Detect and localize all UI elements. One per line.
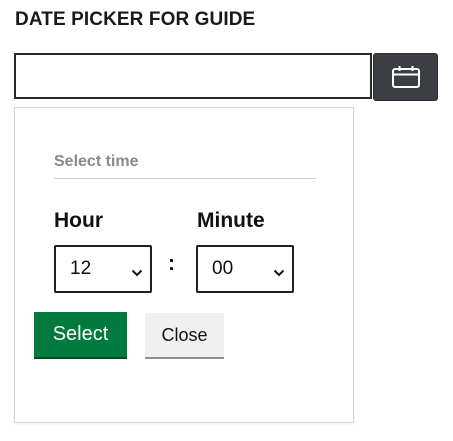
title-divider [54, 178, 316, 179]
calendar-icon [391, 65, 421, 89]
date-picker-page: DATE PICKER FOR GUIDE Select time Hour M… [0, 0, 453, 441]
field-label: DATE PICKER FOR GUIDE [15, 9, 256, 30]
time-separator: : [168, 252, 175, 275]
chevron-down-icon [273, 264, 285, 282]
hour-label: Hour [54, 209, 103, 232]
chevron-down-icon [131, 264, 143, 282]
close-button[interactable]: Close [145, 313, 224, 359]
minute-select-value: 00 [212, 258, 234, 279]
minute-label: Minute [197, 209, 265, 232]
date-input[interactable] [14, 53, 372, 99]
select-button[interactable]: Select [34, 312, 127, 359]
minute-select[interactable]: 00 [196, 245, 294, 293]
hour-select-value: 12 [70, 258, 92, 279]
hour-select[interactable]: 12 [54, 245, 152, 293]
calendar-button[interactable] [373, 53, 438, 101]
time-picker-popup: Select time Hour Minute 12 : 00 Select C… [14, 107, 354, 423]
select-time-title: Select time [54, 153, 139, 170]
